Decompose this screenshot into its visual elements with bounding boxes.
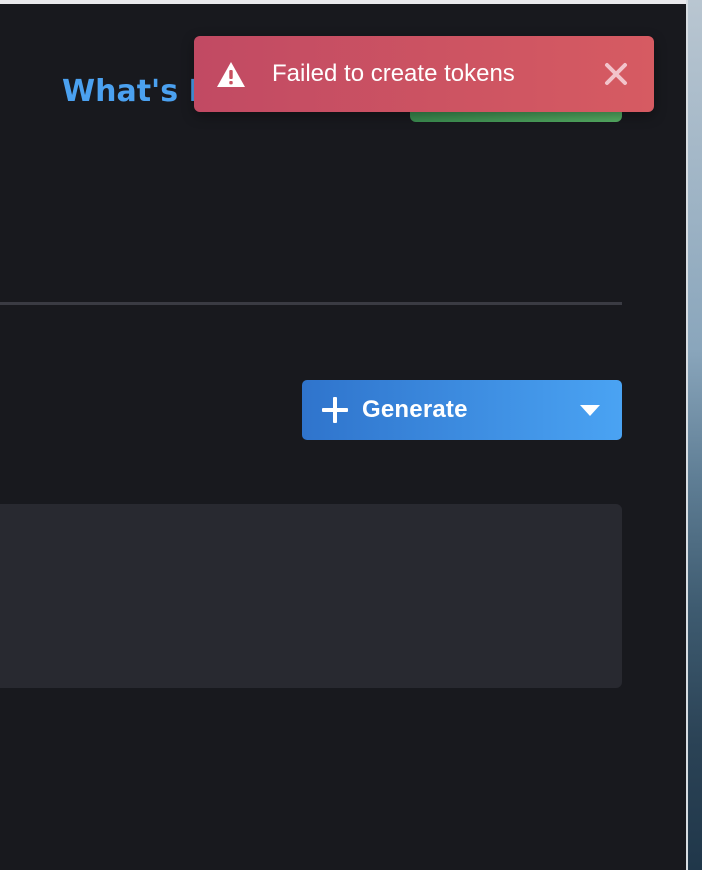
toast-message: Failed to create tokens: [272, 60, 515, 87]
window-edge: [686, 0, 688, 870]
warning-icon: [217, 61, 245, 87]
desktop-background: [686, 0, 702, 870]
error-toast: Failed to create tokens: [194, 36, 654, 112]
generate-button[interactable]: Generate: [302, 380, 622, 440]
caret-down-icon[interactable]: [580, 405, 600, 416]
tokens-list-panel: [0, 504, 622, 688]
plus-icon: [322, 397, 348, 423]
section-divider: [0, 302, 622, 305]
close-icon[interactable]: [604, 62, 628, 86]
whats-new-link[interactable]: What's N: [62, 72, 214, 112]
generate-button-label: Generate: [362, 396, 468, 423]
